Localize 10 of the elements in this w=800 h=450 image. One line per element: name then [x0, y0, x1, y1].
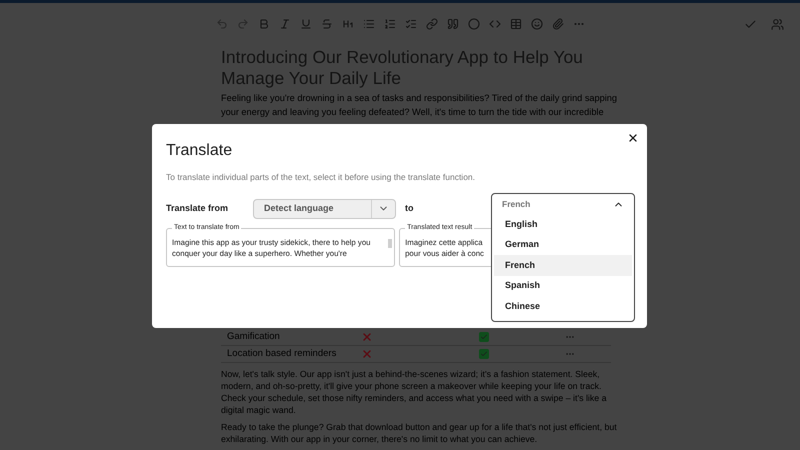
dialog-hint: To translate individual parts of the text, select it before using the translate function. — [166, 171, 476, 184]
table-cell-text: Location based reminders — [226, 346, 338, 361]
translate-from-label: Translate from — [166, 202, 230, 215]
selected-language: French — [502, 198, 532, 210]
dialog-title: Translate — [166, 141, 232, 161]
to-label: to — [405, 202, 414, 215]
table-cell-text: Gamification — [226, 330, 281, 344]
body-paragraph: Now, let's talk style. Our app isn't just a behind-the-scenes wizard; it's a fashion statement. Sleek, modern, and oh-so-pretty, it'll give your phone screen a makeover while keeping your life on track. Check your schedule, set those nifty reminders, and access what you need with a swipe – it's like a digital magic wand. — [221, 368, 608, 416]
body-paragraph: Ready to take the plunge? Grab that download button and gear up for a life that's not just efficient, but exhilarating. With our app in your corner, there's no limit to what you can achieve. — [221, 421, 618, 445]
intro-paragraph: Feeling like you're drowning in a sea of tasks and responsibilities? Tired of the daily grind sapping your energy and leaving you feeling defeated? Well, it's time to turn the tide with our incredible — [221, 92, 618, 119]
